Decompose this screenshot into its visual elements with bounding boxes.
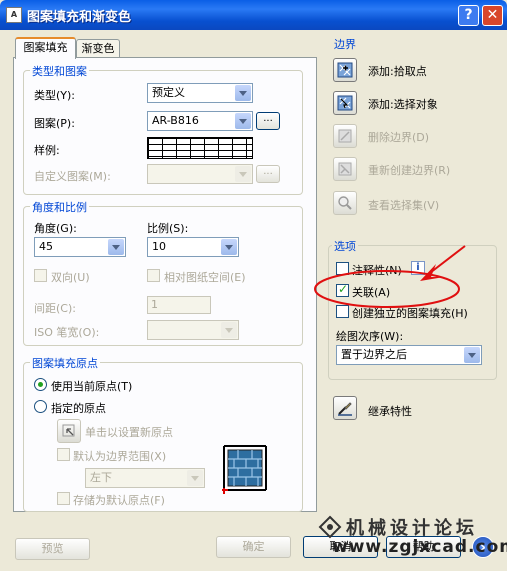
custom-pattern-select[interactable]: [147, 164, 253, 184]
help-title-button[interactable]: ?: [458, 5, 479, 26]
draw-order-label: 绘图次序(W):: [336, 330, 404, 343]
view-selections-label: 查看选择集(V): [368, 199, 440, 212]
relative-paper-label: 相对图纸空间(E): [164, 271, 246, 284]
recreate-boundary-button[interactable]: [333, 157, 357, 181]
view-selections-button[interactable]: [333, 191, 357, 215]
chevron-down-icon: [221, 239, 237, 255]
add-pick-points-label: 添加:拾取点: [368, 65, 427, 78]
iso-pen-select[interactable]: [147, 320, 239, 340]
window-title: 图案填充和渐变色: [27, 10, 132, 25]
type-label: 类型(Y):: [34, 89, 76, 102]
spacing-label: 间距(C):: [34, 302, 76, 315]
chevron-down-icon: [108, 239, 124, 255]
crosshair-icon: [62, 424, 75, 437]
custom-browse-button[interactable]: ...: [256, 165, 280, 183]
inherit-properties-button[interactable]: [333, 396, 357, 420]
watermark-url: www.zgjxcad.com: [332, 537, 507, 557]
angle-value: 45: [39, 240, 53, 253]
recreate-boundary-icon: [338, 162, 352, 176]
specified-origin-radio[interactable]: [34, 400, 47, 413]
pattern-select[interactable]: AR-B816: [147, 111, 253, 131]
type-select[interactable]: 预定义: [147, 83, 253, 103]
scale-value: 10: [152, 240, 166, 253]
add-select-objects-label: 添加:选择对象: [368, 98, 438, 111]
close-button[interactable]: ✕: [482, 5, 503, 26]
double-checkbox[interactable]: [34, 269, 47, 282]
angle-label: 角度(G):: [34, 222, 77, 235]
use-current-origin-label: 使用当前原点(T): [51, 380, 133, 393]
pick-points-icon: [337, 62, 353, 78]
chevron-down-icon: [235, 113, 251, 129]
remove-boundaries-label: 删除边界(D): [368, 131, 430, 144]
pattern-swatch[interactable]: [147, 137, 253, 159]
boundaries-title: 边界: [332, 36, 358, 52]
angle-scale-title: 角度和比例: [30, 199, 89, 215]
set-origin-button[interactable]: [57, 419, 81, 443]
select-objects-icon: [337, 95, 353, 111]
click-set-origin-label: 单击以设置新原点: [85, 426, 173, 439]
origin-position-select[interactable]: 左下: [85, 468, 205, 488]
draw-order-select[interactable]: 置于边界之后: [336, 345, 482, 365]
remove-boundaries-button[interactable]: [333, 124, 357, 148]
use-current-origin-radio[interactable]: [34, 378, 47, 391]
chevron-down-icon: [235, 85, 251, 101]
origin-preview-icon: [222, 445, 267, 494]
scale-select[interactable]: 10: [147, 237, 239, 257]
origin-title: 图案填充原点: [30, 355, 100, 371]
chevron-down-icon: [464, 347, 480, 363]
tab-gradient[interactable]: 渐变色: [76, 39, 120, 59]
spacing-input[interactable]: 1: [147, 296, 211, 314]
angle-select[interactable]: 45: [34, 237, 126, 257]
brush-icon: [338, 402, 352, 416]
tab-hatch[interactable]: 图案填充: [15, 37, 76, 59]
swatch-label: 样例:: [34, 144, 60, 157]
custom-pattern-label: 自定义图案(M):: [34, 170, 111, 183]
type-pattern-title: 类型和图案: [30, 63, 89, 79]
ok-button[interactable]: 确定: [216, 536, 291, 558]
chevron-down-icon: [221, 322, 237, 338]
annotation-highlight: [314, 245, 466, 308]
pattern-label: 图案(P):: [34, 117, 75, 130]
origin-position-value: 左下: [90, 471, 112, 484]
recreate-boundary-label: 重新创建边界(R): [368, 164, 451, 177]
remove-boundary-icon: [338, 129, 352, 143]
preview-button[interactable]: 预览: [15, 538, 90, 560]
relative-paper-checkbox[interactable]: [147, 269, 160, 282]
magnifier-icon: [338, 196, 352, 210]
chevron-down-icon: [187, 470, 203, 486]
app-icon: A: [6, 7, 22, 23]
pattern-select-value: AR-B816: [152, 114, 199, 127]
store-default-label: 存储为默认原点(F): [73, 494, 165, 507]
type-select-value: 预定义: [152, 86, 185, 99]
specified-origin-label: 指定的原点: [51, 402, 106, 415]
scale-label: 比例(S):: [147, 222, 189, 235]
add-pick-points-button[interactable]: [333, 58, 357, 82]
double-label: 双向(U): [51, 271, 90, 284]
chevron-down-icon: [235, 166, 251, 182]
forum-logo-icon: [318, 515, 342, 539]
add-select-objects-button[interactable]: [333, 91, 357, 115]
default-extents-label: 默认为边界范围(X): [73, 450, 167, 463]
inherit-properties-label: 继承特性: [368, 405, 412, 418]
store-default-checkbox[interactable]: [57, 492, 70, 505]
default-extents-checkbox[interactable]: [57, 448, 70, 461]
pattern-browse-button[interactable]: ...: [256, 112, 280, 130]
draw-order-value: 置于边界之后: [341, 348, 407, 361]
iso-pen-label: ISO 笔宽(O):: [34, 326, 100, 339]
